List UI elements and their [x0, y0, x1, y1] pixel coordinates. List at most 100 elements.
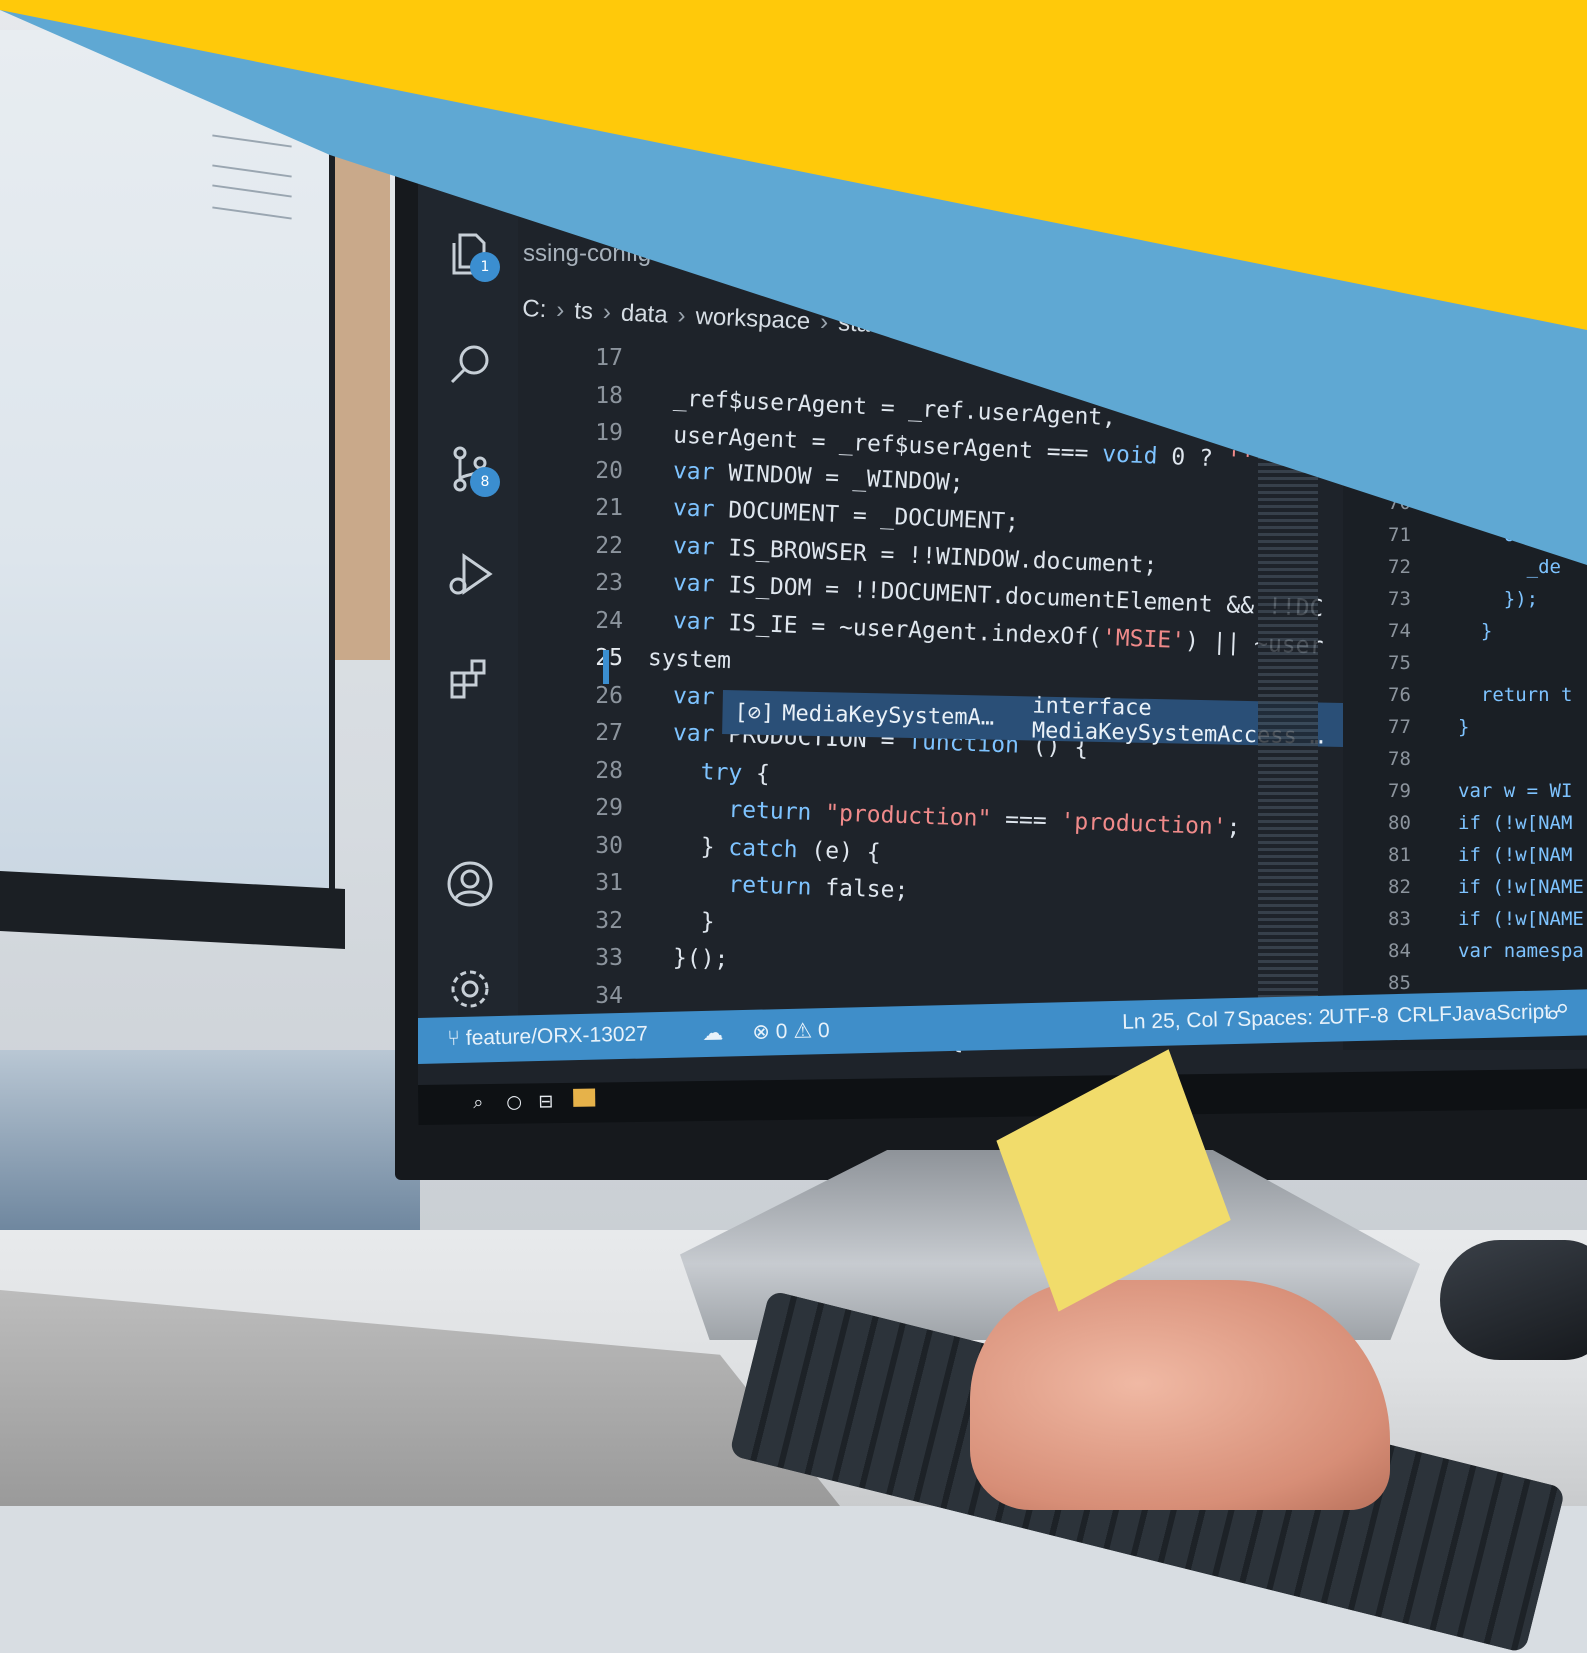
line-number: 85 [1388, 972, 1411, 994]
code-line: var IS_BROWSER = !!WINDOW.document; [672, 532, 1158, 579]
code-line: var [672, 682, 716, 711]
line-number: 72 [1388, 556, 1411, 578]
line-number: 21 [595, 495, 623, 521]
code-line: } [1458, 716, 1470, 738]
line-number: 79 [1388, 780, 1411, 802]
warning-icon: ⚠ [793, 1019, 819, 1043]
line-number: 77 [1388, 716, 1411, 738]
sync-icon[interactable]: ☁ [702, 1021, 724, 1047]
code-line: _de [1458, 556, 1561, 578]
suggestion-name: MediaKeySystemA… [782, 700, 995, 731]
line-number: 34 [595, 982, 623, 1009]
indentation[interactable]: Spaces: 2 [1237, 1006, 1331, 1032]
code-line: if (!w[NAME [1458, 908, 1584, 930]
search-icon[interactable]: ⌕ [473, 1092, 483, 1113]
language-mode[interactable]: JavaScript [1452, 1000, 1551, 1026]
left-pane-text [212, 164, 292, 178]
line-number: 84 [1388, 940, 1411, 962]
run-debug-icon[interactable] [446, 550, 494, 598]
explorer-badge: 1 [470, 252, 500, 282]
code-line: }(); [672, 945, 729, 973]
breadcrumb-item[interactable]: ts [574, 297, 594, 326]
code-line: var w = WI [1458, 780, 1573, 802]
extensions-icon[interactable] [446, 655, 494, 703]
breadcrumb: C: › ts › data › workspace › statics › [522, 295, 925, 341]
cortana-icon[interactable]: ○ [506, 1092, 522, 1113]
code-editor-window: 1 8 ssing-config • C: › ts › data › workspa… [418, 150, 1587, 1090]
task-view-icon[interactable]: ⊟ [538, 1091, 553, 1112]
line-number: 23 [595, 570, 623, 596]
left-pane-text [212, 184, 292, 198]
left-pane-text [212, 134, 292, 148]
code-line: if (!w[NAM [1458, 812, 1573, 834]
search-icon[interactable] [446, 340, 494, 388]
split-editor-pane[interactable]: 69 70 71 ownKe 72 _de 73 }); 74 } 75 76 return … [1343, 450, 1587, 1050]
line-number: 70 [1388, 492, 1411, 514]
code-line: if (!w[NAME [1458, 876, 1584, 898]
line-number: 33 [595, 945, 623, 971]
line-number: 20 [595, 457, 623, 484]
branch-status[interactable]: ⑂ feature/ORX-13027 [447, 1022, 648, 1051]
line-number: 30 [595, 832, 623, 859]
mouse [1440, 1240, 1587, 1360]
code-line: if (!w[NAM [1458, 844, 1573, 866]
chevron-right-icon: › [819, 308, 829, 336]
feedback-icon[interactable]: ☍ [1547, 1000, 1569, 1026]
line-number: 27 [595, 720, 623, 746]
activity-bar: 1 8 [418, 150, 518, 1040]
code-line: try { [700, 758, 771, 787]
code-line: } catch (e) { [672, 832, 882, 866]
code-line: } [1458, 620, 1493, 642]
current-line-indicator [603, 650, 609, 684]
line-number: 80 [1388, 812, 1411, 834]
chevron-right-icon: › [915, 312, 925, 341]
code-line: var DOCUMENT = _DOCUMENT; [672, 495, 1020, 536]
line-number: 78 [1388, 748, 1411, 770]
breadcrumb-item[interactable]: statics [838, 309, 907, 340]
line-number: 22 [595, 532, 623, 559]
hand [970, 1280, 1390, 1510]
code-line: var WINDOW = _WINDOW; [672, 457, 965, 496]
account-icon[interactable] [446, 860, 494, 908]
minimap[interactable] [1258, 435, 1318, 1035]
source-control-icon[interactable]: 8 [446, 445, 500, 497]
line-number: 74 [1388, 620, 1411, 642]
problems-status[interactable]: ⊗ 0 ⚠ 0 [752, 1018, 830, 1045]
code-line: return false; [727, 871, 909, 904]
code-line: }); [1458, 588, 1539, 610]
left-pane-text [212, 206, 292, 220]
code-line: ownKe [1458, 524, 1561, 546]
line-number: 25 [595, 645, 623, 671]
line-number: 73 [1388, 588, 1411, 610]
line-ending[interactable]: CRLF [1397, 1003, 1452, 1028]
line-number: 29 [595, 795, 623, 821]
line-number: 26 [595, 682, 623, 709]
symbol-icon: [⊘] [734, 699, 775, 726]
error-count: 0 [775, 1019, 788, 1044]
code-line: return "production" === 'production'; [727, 796, 1241, 841]
gear-icon[interactable] [446, 965, 494, 1013]
cursor-position[interactable]: Ln 25, Col 7 [1122, 1008, 1236, 1035]
explorer-icon[interactable]: 1 [446, 230, 500, 282]
error-icon: ⊗ [752, 1020, 777, 1044]
line-number: 71 [1388, 524, 1411, 546]
line-number: 19 [595, 420, 623, 446]
line-number: 18 [595, 382, 623, 409]
encoding[interactable]: UTF-8 [1329, 1004, 1389, 1029]
line-number: 82 [1388, 876, 1411, 898]
chevron-right-icon: › [677, 302, 687, 330]
code-line: system [647, 645, 732, 675]
secondary-monitor-screen [0, 30, 335, 910]
line-number: 17 [595, 345, 623, 371]
line-number: 32 [595, 907, 623, 934]
breadcrumb-item[interactable]: data [620, 299, 668, 329]
app-icon[interactable] [573, 1088, 596, 1107]
warning-count: 0 [817, 1018, 830, 1043]
line-number: 28 [595, 757, 623, 784]
chevron-right-icon: › [555, 296, 565, 324]
source-control-badge: 8 [470, 467, 500, 497]
editor-tab[interactable]: ssing-config • [523, 240, 666, 268]
line-number: 83 [1388, 908, 1411, 930]
breadcrumb-item[interactable]: C: [522, 295, 547, 324]
breadcrumb-item[interactable]: workspace [695, 303, 811, 336]
